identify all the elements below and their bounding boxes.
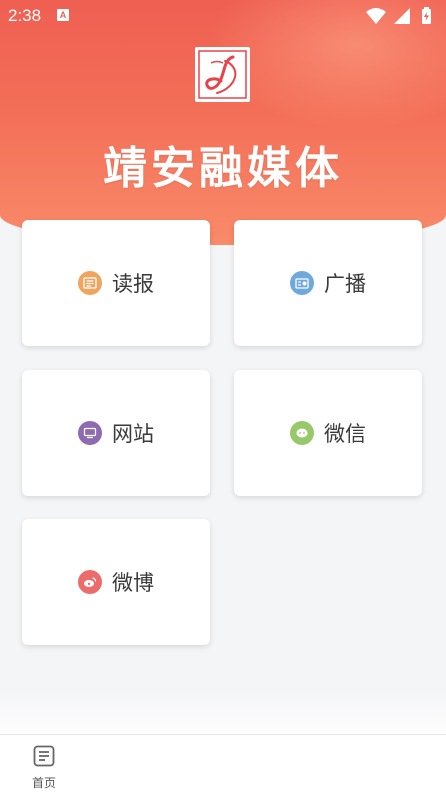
card-broadcast[interactable]: 广播 bbox=[234, 220, 422, 346]
notification-a-icon: A bbox=[57, 9, 69, 21]
signal-icon bbox=[394, 8, 410, 24]
card-label: 微信 bbox=[324, 422, 366, 446]
newspaper-icon bbox=[78, 271, 102, 295]
header-banner bbox=[0, 0, 446, 245]
wifi-icon bbox=[366, 8, 386, 24]
tab-home-label: 首页 bbox=[31, 776, 56, 790]
monitor-icon bbox=[78, 421, 102, 445]
status-icons bbox=[364, 6, 440, 26]
card-label: 广播 bbox=[324, 272, 366, 296]
status-bar: 2:38 A bbox=[0, 0, 446, 32]
wechat-icon bbox=[290, 421, 314, 445]
card-read-paper[interactable]: 读报 bbox=[22, 220, 210, 346]
card-label: 网站 bbox=[112, 422, 154, 446]
card-label: 读报 bbox=[112, 272, 154, 296]
status-time: 2:38 bbox=[8, 6, 42, 25]
tab-home[interactable]: 首页 bbox=[22, 744, 66, 790]
card-website[interactable]: 网站 bbox=[22, 370, 210, 496]
jingan-logo-icon bbox=[195, 47, 250, 102]
battery-icon bbox=[422, 7, 431, 24]
radio-icon bbox=[290, 271, 314, 295]
brand-title: 靖安融媒体 bbox=[103, 143, 343, 194]
card-weibo[interactable]: 微博 bbox=[22, 519, 210, 645]
bottom-tab-bar: 首页 bbox=[0, 734, 446, 795]
card-label: 微博 bbox=[112, 571, 154, 595]
weibo-icon bbox=[78, 570, 102, 594]
home-list-icon bbox=[32, 745, 56, 772]
card-wechat[interactable]: 微信 bbox=[234, 370, 422, 496]
bottom-fade bbox=[0, 690, 446, 735]
